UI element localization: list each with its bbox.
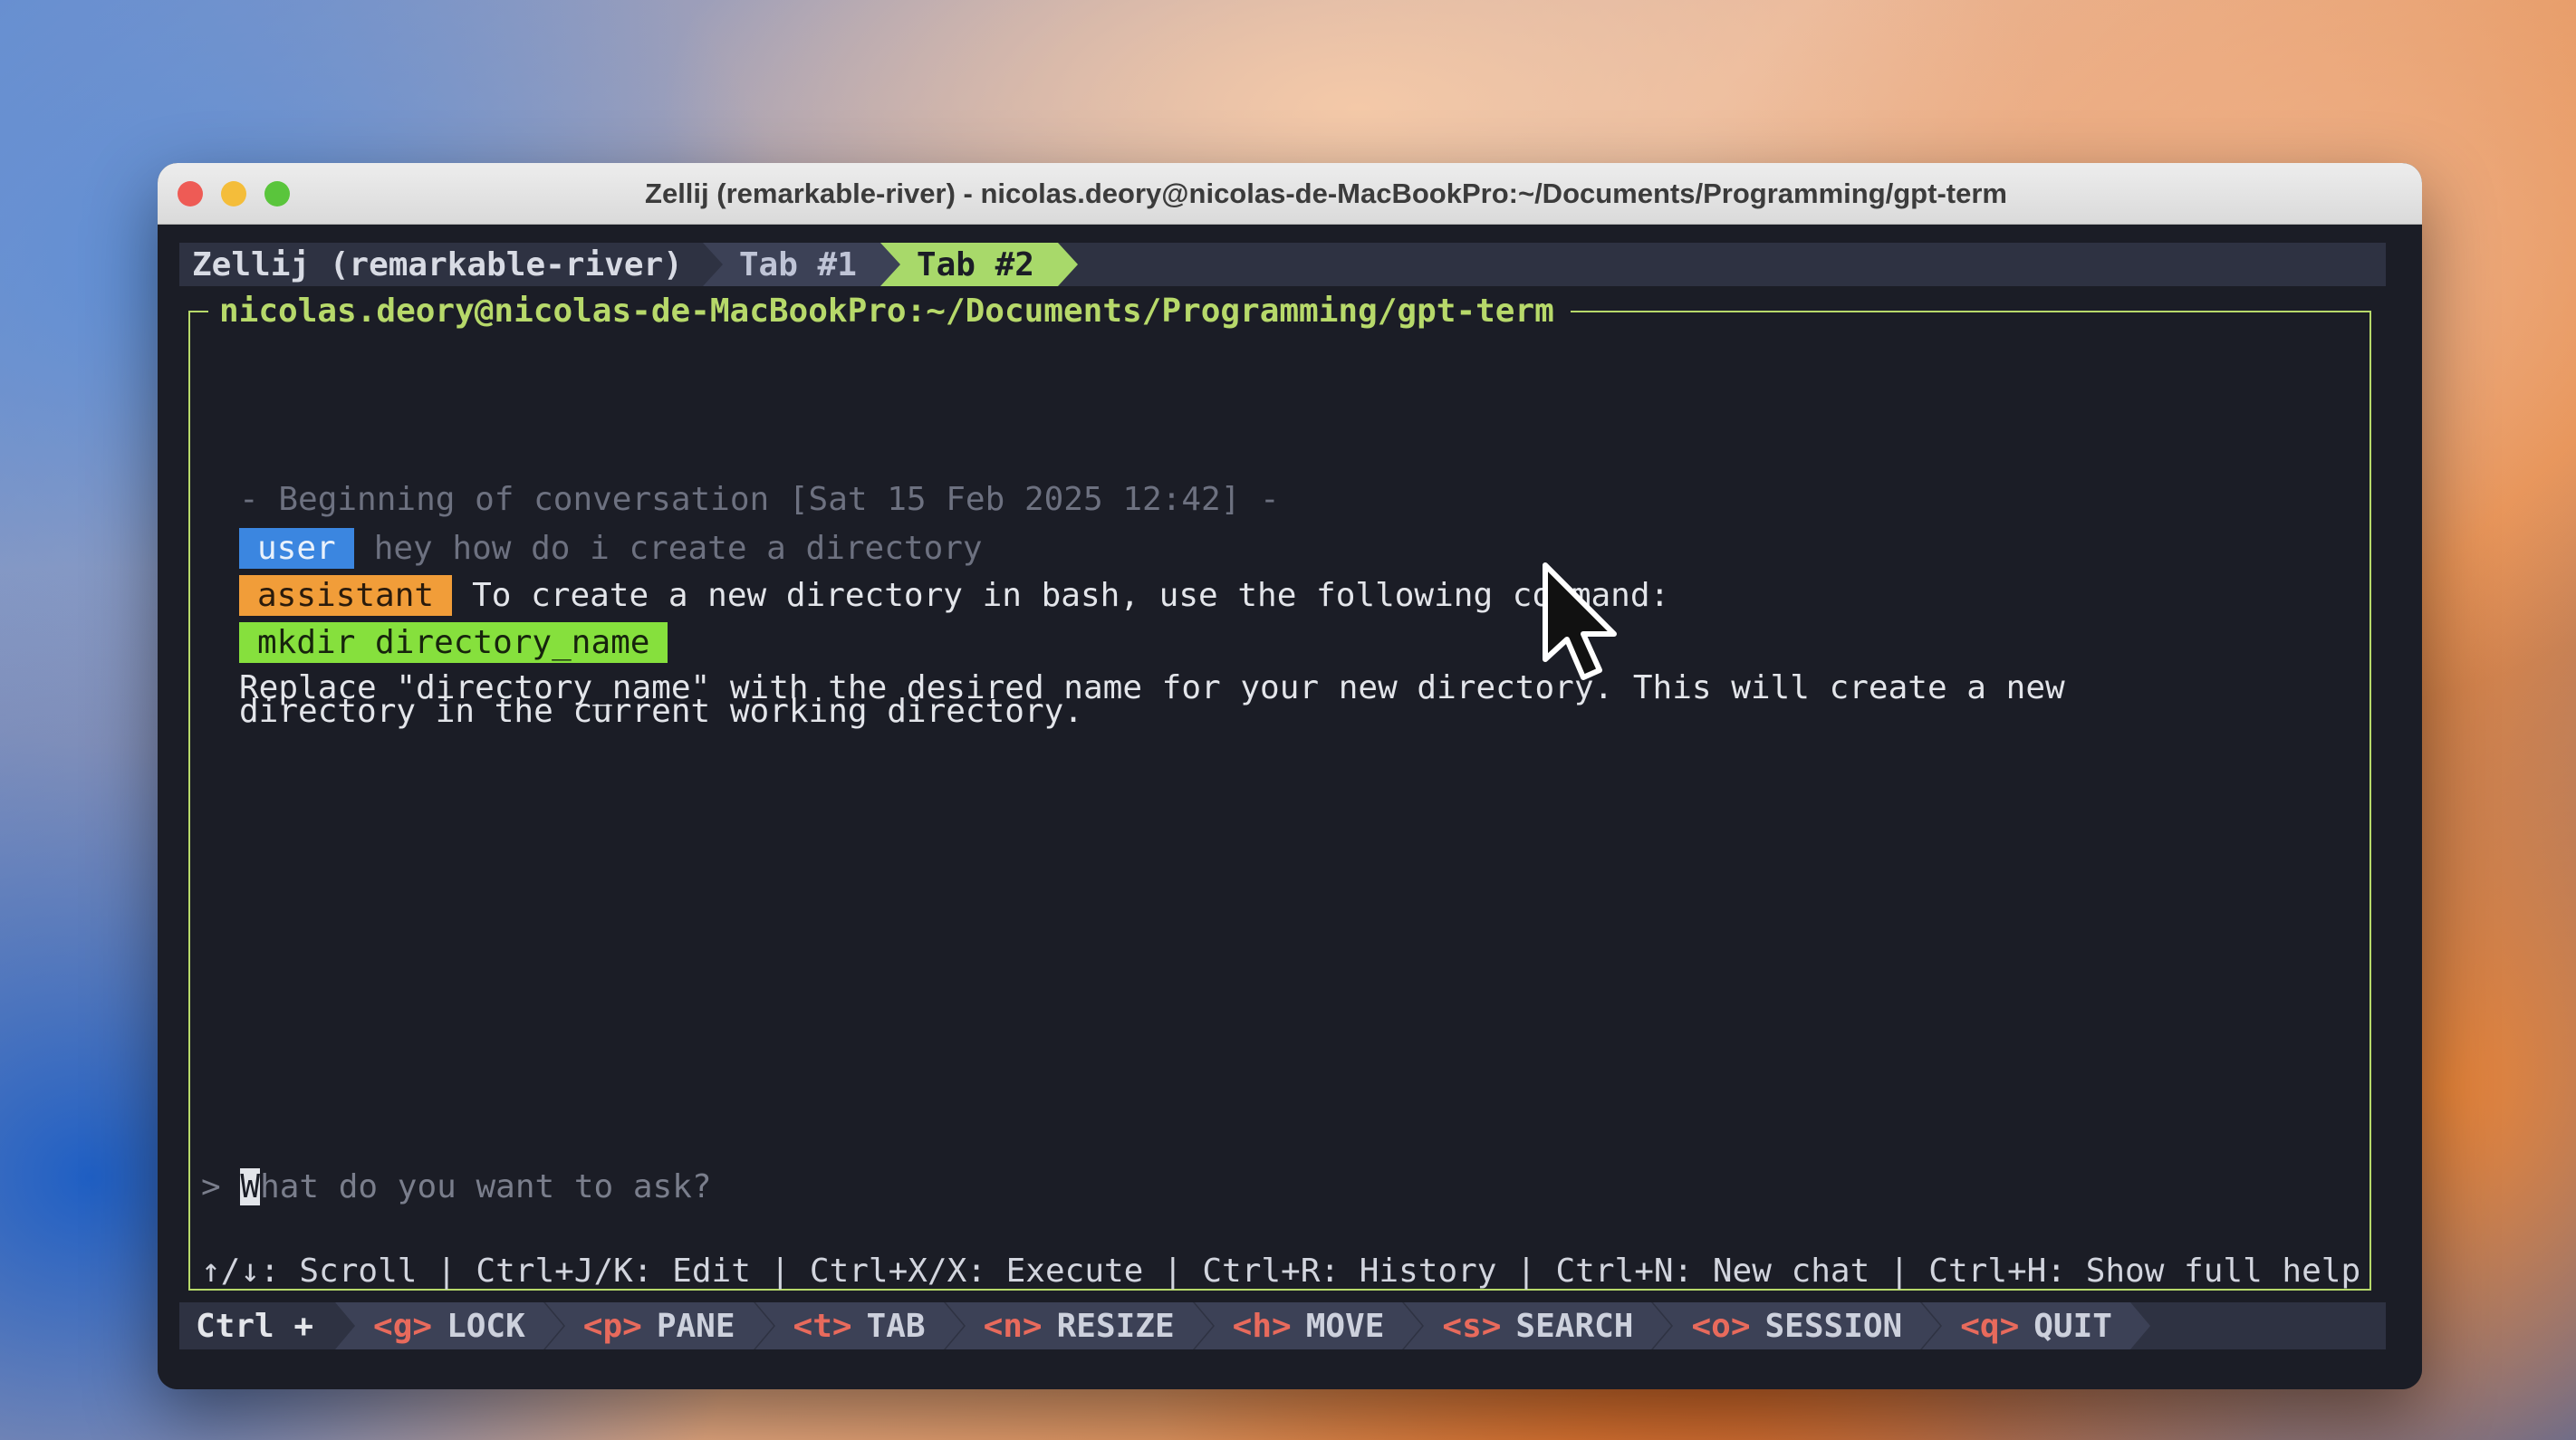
input-placeholder: hat do you want to ask? [260,1168,712,1205]
mouse-pointer-icon [1543,562,1617,680]
quit-label: QUIT [2033,1307,2112,1345]
close-button[interactable] [178,181,203,206]
mode-search[interactable]: <s> SEARCH [1404,1302,1672,1349]
conversation-header: - Beginning of conversation [Sat 15 Feb … [239,481,1280,518]
quit-key: <q> [1960,1307,2020,1345]
move-label: MOVE [1305,1307,1385,1345]
mode-quit[interactable]: <q> QUIT [1922,1302,2150,1349]
tab-key: <t> [793,1307,852,1345]
session-mode-label: SESSION [1764,1307,1903,1345]
user-message-text: hey how do i create a directory [373,530,983,567]
terminal-area[interactable]: Zellij (remarkable-river) Tab #1 Tab #2 … [158,225,2422,1389]
code-snippet[interactable]: mkdir directory_name [239,622,668,663]
assistant-message: assistant To create a new directory in ba… [239,575,1669,616]
search-key: <s> [1442,1307,1502,1345]
zellij-tab-bar: Zellij (remarkable-river) Tab #1 Tab #2 [179,243,2386,286]
mode-lock[interactable]: <g> LOCK [335,1302,563,1349]
pane-title-text: nicolas.deory@nicolas-de-MacBookPro:~/Do… [219,293,1554,330]
pane-key: <p> [582,1307,642,1345]
session-key: <o> [1691,1307,1751,1345]
prompt-symbol: > [201,1168,221,1205]
mode-pane[interactable]: <p> PANE [544,1302,774,1349]
code-block[interactable]: mkdir directory_name [239,622,668,663]
user-message: user hey how do i create a directory [239,528,983,569]
tab-2-label: Tab #2 [916,245,1034,283]
terminal-window: Zellij (remarkable-river) - nicolas.deor… [158,163,2422,1389]
minimize-button[interactable] [221,181,246,206]
tab-1[interactable]: Tab #1 [702,243,900,286]
text-cursor: W [240,1168,261,1205]
tab-2[interactable]: Tab #2 [879,243,1078,286]
session-label: Zellij (remarkable-river) [192,245,683,283]
zoom-button[interactable] [264,181,290,206]
title-bar[interactable]: Zellij (remarkable-river) - nicolas.deor… [158,163,2422,225]
resize-key: <n> [983,1307,1043,1345]
mode-move[interactable]: <h> MOVE [1194,1302,1423,1349]
window-title: Zellij (remarkable-river) - nicolas.deor… [645,177,2007,209]
pane-title: nicolas.deory@nicolas-de-MacBookPro:~/Do… [208,293,1571,330]
resize-label: RESIZE [1056,1307,1175,1345]
keybinding-help: ↑/↓: Scroll | Ctrl+J/K: Edit | Ctrl+X/X:… [201,1253,2361,1290]
mode-tab[interactable]: <t> TAB [755,1302,964,1349]
lock-label: LOCK [447,1307,525,1345]
search-label: SEARCH [1515,1307,1634,1345]
tab-1-label: Tab #1 [738,245,857,283]
assistant-badge: assistant [239,575,453,616]
user-badge: user [239,528,354,569]
pane-label: PANE [656,1307,735,1345]
mode-resize[interactable]: <n> RESIZE [945,1302,1213,1349]
terminal-pane[interactable]: nicolas.deory@nicolas-de-MacBookPro:~/Do… [188,293,2371,1291]
mode-session[interactable]: <o> SESSION [1653,1302,1941,1349]
explanation-line-2: directory in the current working directo… [239,693,1083,730]
session-name: Zellij (remarkable-river) [179,243,723,286]
lock-key: <g> [373,1307,433,1345]
traffic-lights [178,181,290,206]
ctrl-prefix: Ctrl + [179,1302,335,1349]
chat-input[interactable]: > What do you want to ask? [201,1168,712,1205]
move-key: <h> [1232,1307,1292,1345]
ctrl-prefix-label: Ctrl + [196,1307,314,1345]
assistant-message-text: To create a new directory in bash, use t… [472,577,1670,614]
zellij-status-bar: Ctrl + <g> LOCK <p> PANE <t> TAB <n> RESIZE … [179,1302,2386,1349]
tab-label: TAB [866,1307,926,1345]
